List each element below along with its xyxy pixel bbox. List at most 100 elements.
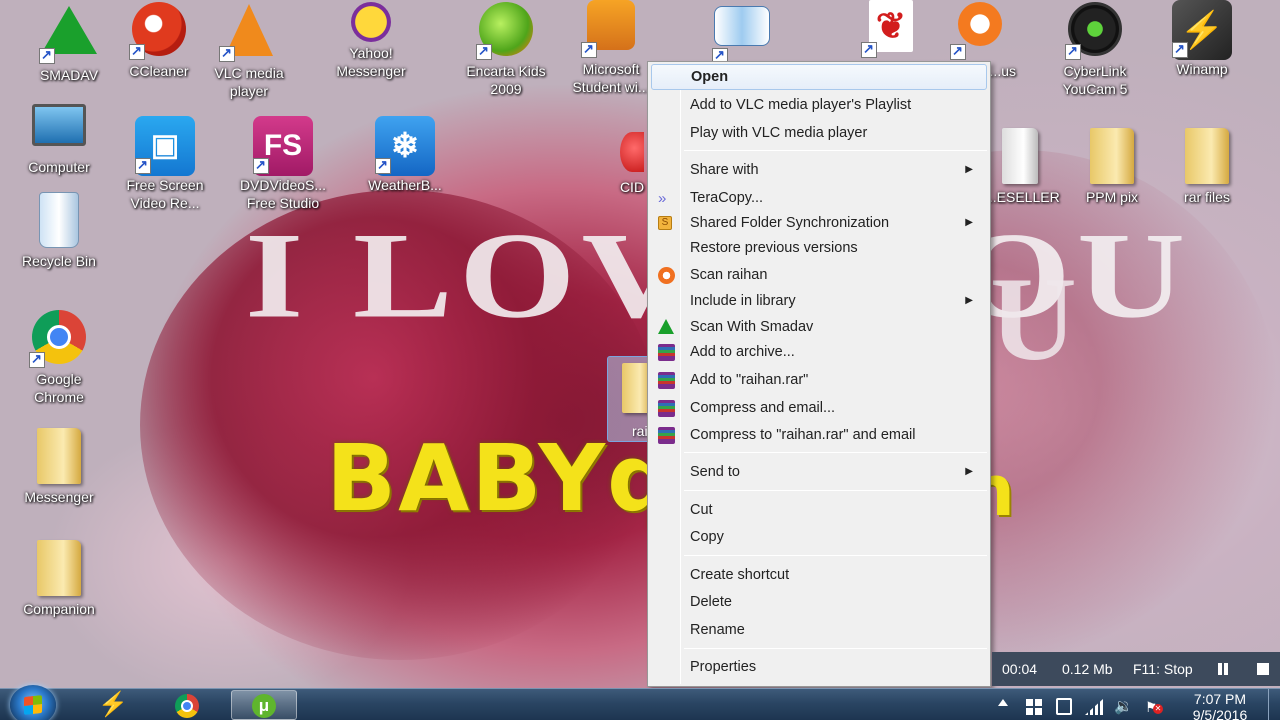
desktop-icon-label: SMADAV: [39, 67, 99, 83]
tray-flag-alert-icon[interactable]: ⚑ ✕: [1145, 698, 1163, 716]
desktop-icon-ccleaner[interactable]: CCleaner: [114, 0, 204, 80]
start-button[interactable]: [10, 685, 56, 720]
desktop-icon-reseller[interactable]: ...ESELLER: [985, 128, 1060, 206]
menu-item-copy[interactable]: Copy: [651, 525, 987, 549]
desktop-icon-youcam[interactable]: CyberLink YouCam 5: [1050, 0, 1140, 98]
desktop-icon-microsoft-student[interactable]: Microsoft Student wi...: [566, 0, 656, 96]
tray-volume-icon[interactable]: 🔉: [1114, 698, 1133, 716]
desktop-icon-vlc[interactable]: VLC media player: [204, 0, 294, 100]
menu-item-compress-to-raihan-rar-and-email[interactable]: Compress to "raihan.rar" and email: [651, 423, 987, 447]
taskbar-clock[interactable]: 7:07 PM 9/5/2016: [1175, 691, 1265, 720]
pause-icon: [1218, 663, 1222, 675]
menu-item-scan-raihan[interactable]: Scan raihan: [651, 263, 987, 287]
desktop-icon-winamp[interactable]: ⚡ Winamp: [1157, 0, 1247, 78]
winrar-icon: [658, 400, 675, 417]
desktop-icon-dvdvideosoft[interactable]: FS DVDVideoS... Free Studio: [238, 116, 328, 212]
desktop-wallpaper: I LOVE YOU U BABYq n: [0, 0, 1280, 688]
menu-item-label: Delete: [690, 594, 732, 610]
shortcut-arrow-icon: [861, 40, 877, 58]
desktop-icon-label: CID: [619, 179, 645, 195]
desktop-icon-google-chrome[interactable]: Google Chrome: [14, 308, 104, 406]
menu-item-teracopy[interactable]: » TeraCopy...: [651, 186, 987, 210]
desktop-icon-weatherbug[interactable]: ❄ WeatherB...: [360, 116, 450, 194]
menu-separator: [684, 452, 987, 453]
show-desktop-button[interactable]: [1268, 689, 1280, 720]
menu-item-cut[interactable]: Cut: [651, 498, 987, 522]
menu-item-shared-folder-sync[interactable]: S Shared Folder Synchronization ▶: [651, 211, 987, 235]
menu-separator: [684, 150, 987, 151]
desktop-icon-label: Recycle Bin: [22, 253, 96, 269]
menu-item-create-shortcut[interactable]: Create shortcut: [651, 563, 987, 587]
tray-windows-icon[interactable]: [1026, 699, 1042, 715]
desktop-icon-label: Microsoft Student wi...: [572, 61, 650, 95]
desktop-icon-label: Free Screen Video Re...: [126, 177, 204, 211]
winrar-icon: [658, 427, 675, 444]
desktop-icon-yahoo-messenger[interactable]: Yahoo! Messenger: [326, 0, 416, 80]
stop-icon: [1257, 663, 1269, 675]
menu-item-label: Compress and email...: [690, 400, 836, 416]
menu-item-include-in-library[interactable]: Include in library ▶: [651, 289, 987, 313]
winamp-icon: ⚡: [98, 691, 128, 718]
desktop-icon-computer[interactable]: Computer: [14, 100, 104, 176]
menu-item-add-to-archive[interactable]: Add to archive...: [651, 340, 987, 364]
menu-item-compress-and-email[interactable]: Compress and email...: [651, 396, 987, 420]
menu-item-label: Add to "raihan.rar": [690, 372, 809, 388]
desktop-icon-label: Messenger: [24, 489, 94, 505]
desktop-icon-encarta[interactable]: Encarta Kids 2009: [461, 0, 551, 98]
taskbar-app-chrome[interactable]: [155, 690, 221, 720]
desktop-icon-adobe-reader[interactable]: ❦: [846, 0, 936, 60]
desktop-icon-label: WeatherB...: [368, 177, 442, 193]
menu-item-label: Send to: [690, 464, 740, 480]
menu-item-rename[interactable]: Rename: [651, 618, 987, 642]
menu-item-open[interactable]: Open: [651, 64, 987, 90]
menu-item-label: Compress to "raihan.rar" and email: [690, 427, 916, 443]
recycle-bin-icon: [39, 192, 79, 248]
shortcut-arrow-icon: [129, 42, 145, 60]
desktop-icon-label: CyberLink YouCam 5: [1062, 63, 1128, 97]
menu-item-send-to[interactable]: Send to ▶: [651, 460, 987, 484]
menu-item-label: TeraCopy...: [690, 190, 764, 206]
desktop-icon-free-screen-video-recorder[interactable]: ▣ Free Screen Video Re...: [120, 116, 210, 212]
shortcut-arrow-icon: [581, 40, 597, 58]
tray-show-hidden-icons[interactable]: [998, 699, 1008, 706]
menu-item-properties[interactable]: Properties: [651, 655, 987, 679]
recorder-stop-hint: F11: Stop: [1133, 661, 1193, 677]
submenu-arrow-icon: ▶: [965, 466, 973, 477]
shortcut-arrow-icon: [39, 46, 55, 64]
desktop-icon-rar-files[interactable]: rar files: [1162, 128, 1252, 206]
avast-icon: [958, 2, 1002, 46]
tray-action-center-icon[interactable]: [1056, 698, 1072, 715]
menu-separator: [684, 490, 987, 491]
menu-item-restore-previous-versions[interactable]: Restore previous versions: [651, 236, 987, 260]
screen-recorder-bar: 00:04 0.12 Mb F11: Stop: [992, 652, 1280, 686]
tray-network-icon[interactable]: [1085, 699, 1103, 715]
shortcut-arrow-icon: [29, 350, 45, 368]
desktop-icon-book[interactable]: [697, 0, 787, 66]
wallpaper-text-love-right: U: [990, 252, 1077, 385]
desktop-icon-companion-folder[interactable]: Companion: [14, 540, 104, 618]
menu-item-scan-with-smadav[interactable]: Scan With Smadav: [651, 315, 987, 339]
taskbar-app-utorrent[interactable]: μ: [231, 690, 297, 720]
menu-item-share-with[interactable]: Share with ▶: [651, 158, 987, 182]
submenu-arrow-icon: ▶: [965, 217, 973, 228]
desktop-icon-cid[interactable]: CID: [612, 130, 652, 196]
menu-item-label: Share with: [690, 162, 759, 178]
shortcut-arrow-icon: [253, 156, 269, 174]
taskbar: ⚡ μ 🔉 ⚑ ✕ 7:07 PM 9/5/2016: [0, 685, 1280, 720]
pause-button[interactable]: [1214, 660, 1232, 678]
menu-item-play-with-vlc[interactable]: Play with VLC media player: [651, 121, 987, 145]
menu-item-label: Play with VLC media player: [690, 125, 868, 141]
desktop-icon-ppm-pix[interactable]: PPM pix: [1067, 128, 1157, 206]
desktop-icon-recycle-bin[interactable]: Recycle Bin: [14, 192, 104, 270]
menu-item-delete[interactable]: Delete: [651, 590, 987, 614]
folder-icon: [1185, 128, 1229, 184]
menu-item-label: Cut: [690, 502, 713, 518]
taskbar-app-winamp[interactable]: ⚡: [78, 690, 144, 720]
menu-item-add-to-raihan-rar[interactable]: Add to "raihan.rar": [651, 368, 987, 392]
menu-item-add-to-vlc-playlist[interactable]: Add to VLC media player's Playlist: [651, 93, 987, 117]
desktop-icon-messenger-folder[interactable]: Messenger: [14, 428, 104, 506]
stop-button[interactable]: [1254, 660, 1272, 678]
desktop-icon-label: Computer: [28, 159, 90, 175]
desktop-icon-label: Yahoo! Messenger: [336, 45, 406, 79]
desktop-icon-smadav[interactable]: SMADAV: [24, 0, 114, 84]
